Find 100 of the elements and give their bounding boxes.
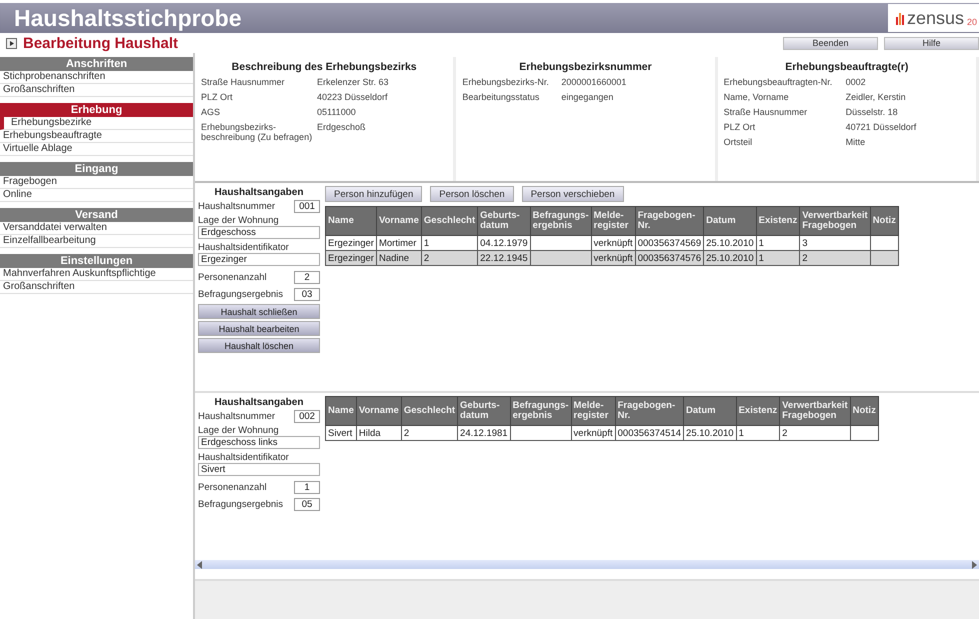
table-cell: verknüpft: [594, 238, 633, 248]
field-label: Lage der Wohnung: [198, 425, 280, 436]
input-field[interactable]: 002: [294, 410, 320, 423]
logo: zensus 20: [888, 4, 979, 32]
household-button[interactable]: Haushalt schließen: [198, 304, 320, 319]
input-field[interactable]: 001: [294, 200, 320, 213]
field-label: Straße Hausnummer: [201, 77, 286, 87]
table-cell: 25.10.2010: [706, 238, 754, 248]
field-label: Bearbeitungsstatus: [462, 92, 540, 102]
sidebar-item[interactable]: Versanddatei verwalten: [0, 222, 193, 235]
column-header: Fragebogen-Nr.: [635, 206, 704, 236]
sidebar-item[interactable]: Stichprobenanschriften: [0, 71, 193, 84]
field-value: Düsselstr. 18: [846, 107, 898, 117]
app-title: Haushaltsstichprobe: [14, 4, 242, 32]
table-cell: verknüpft: [574, 428, 613, 438]
input-field[interactable]: 1: [294, 481, 320, 494]
table-cell: 04.12.1979: [480, 238, 528, 248]
field-label: Haushaltsidentifikator: [198, 242, 290, 253]
header-button[interactable]: Hilfe: [884, 36, 979, 50]
field-value: 0002: [846, 77, 866, 87]
input-field[interactable]: 05: [294, 498, 320, 511]
field-label: Personenanzahl: [198, 272, 267, 283]
column-header: Vorname: [376, 206, 422, 236]
sidebar-section-header[interactable]: Versand: [0, 208, 193, 222]
field-label: PLZ Ort: [201, 92, 234, 102]
column-header: Geburts-datum: [478, 206, 530, 236]
sidebar-item[interactable]: Einzelfallbearbeitung: [0, 235, 193, 248]
household-button[interactable]: Haushalt bearbeiten: [198, 321, 320, 336]
section-title: Haushaltsangaben: [214, 397, 304, 408]
column-header: Name: [326, 396, 356, 426]
column-header: Datum: [684, 396, 736, 426]
field-label: Befragungsergebnis: [198, 289, 284, 300]
field-label: Erhebungsbezirks-Nr.: [462, 77, 550, 87]
horizontal-scrollbar[interactable]: [195, 560, 979, 569]
table-cell: 24.12.1981: [460, 428, 508, 438]
table-cell: 1: [758, 238, 764, 248]
table-cell: 22.12.1945: [480, 252, 528, 264]
sidebar-section-header[interactable]: Erhebung: [0, 103, 193, 117]
sidebar-item[interactable]: Mahnverfahren Auskunftspflichtige: [0, 268, 193, 281]
expand-icon[interactable]: [6, 38, 17, 48]
field-value: Mitte: [846, 137, 866, 147]
field-label: Haushaltsnummer: [198, 201, 276, 212]
header-button[interactable]: Beenden: [783, 36, 878, 50]
field-label: Straße Hausnummer: [724, 107, 808, 117]
table-cell: 000356374576: [638, 252, 702, 264]
sidebar-item[interactable]: Großanschriften: [0, 281, 193, 294]
column-header: Fragebogen-Nr.: [615, 396, 684, 426]
table-cell: Ergezinger: [328, 252, 374, 264]
table-row[interactable]: Ergezinger Nadine 2 22.12.1945 verknüpft 000356374576 25.10.2010 1 2: [326, 250, 898, 266]
table-row[interactable]: Sivert Hilda 2 24.12.1981 verknüpft 000356374514 25.10.2010 1 2: [326, 426, 878, 440]
table-cell: 2: [424, 252, 430, 264]
field-value: 2000001660001: [561, 77, 626, 87]
bars-icon: [896, 11, 904, 25]
table-cell: 1: [738, 428, 744, 438]
sidebar-section-header[interactable]: Einstellungen: [0, 254, 193, 268]
panel-title: Beschreibung des Erhebungsbezirks: [230, 61, 418, 73]
table-cell: verknüpft: [594, 252, 633, 264]
table-cell: 3: [802, 238, 808, 248]
input-field[interactable]: 2: [294, 271, 320, 284]
sidebar-section-header[interactable]: Anschriften: [0, 57, 193, 71]
table-cell: 2: [404, 428, 410, 438]
column-header: Existenz: [756, 206, 800, 236]
table-cell: 1: [424, 238, 430, 248]
column-header: Verwertbarkeit Fragebogen: [800, 206, 870, 236]
field-value: Erdgeschoß: [317, 122, 366, 134]
sidebar-item[interactable]: Fragebogen: [0, 176, 193, 189]
sidebar-item[interactable]: Erhebungsbezirke: [0, 117, 193, 130]
person-button[interactable]: Person verschieben: [522, 186, 624, 202]
input-field[interactable]: Ergezinger: [198, 253, 320, 266]
input-field[interactable]: 03: [294, 288, 320, 301]
column-header: Notiz: [850, 396, 878, 426]
column-header: Existenz: [736, 396, 780, 426]
field-value: 05111000: [317, 107, 356, 117]
field-value: Zeidler, Kerstin: [846, 92, 906, 102]
table-cell: Ergezinger: [328, 238, 374, 248]
field-label: Name, Vorname: [724, 92, 790, 102]
sidebar-item[interactable]: Erhebungsbeauftragte: [0, 130, 193, 143]
field-label: Befragungsergebnis: [198, 499, 284, 510]
table-cell: 2: [782, 428, 788, 438]
section-title: Haushaltsangaben: [214, 187, 304, 198]
sidebar-item[interactable]: Großanschriften: [0, 84, 193, 97]
table-cell: 000356374569: [638, 238, 702, 248]
input-field[interactable]: Erdgeschoss: [198, 226, 320, 239]
page-title: Bearbeitung Haushalt: [23, 34, 178, 52]
panel-title: Erhebungsbezirksnummer: [518, 61, 653, 73]
table-cell: 25.10.2010: [686, 428, 734, 438]
input-field[interactable]: Sivert: [198, 463, 320, 476]
person-button[interactable]: Person hinzufügen: [325, 186, 422, 202]
input-field[interactable]: Erdgeschoss links: [198, 436, 320, 449]
table-cell: 2: [802, 252, 808, 264]
household-button[interactable]: Haushalt löschen: [198, 338, 320, 353]
column-header: Geschlecht: [421, 206, 478, 236]
scroll-right-icon[interactable]: [971, 560, 977, 568]
field-label: Lage der Wohnung: [198, 215, 280, 226]
person-button[interactable]: Person löschen: [430, 186, 514, 202]
column-header: Verwertbarkeit Fragebogen: [780, 396, 850, 426]
sidebar-item[interactable]: Virtuelle Ablage: [0, 143, 193, 156]
sidebar-item[interactable]: Online: [0, 189, 193, 202]
scroll-left-icon[interactable]: [197, 560, 203, 568]
sidebar-section-header[interactable]: Eingang: [0, 162, 193, 176]
